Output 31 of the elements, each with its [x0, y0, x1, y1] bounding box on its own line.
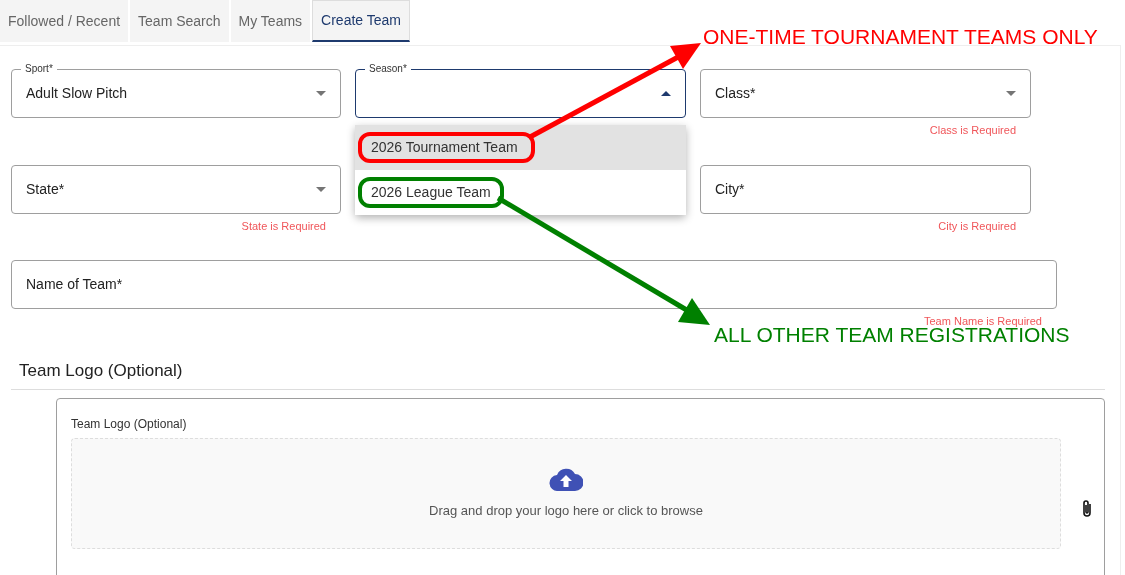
- dropdown-option[interactable]: 2026 Tournament Team: [355, 125, 686, 170]
- field-label: Sport*: [21, 62, 57, 76]
- select-field[interactable]: State*: [11, 164, 341, 214]
- caret-down-icon: [316, 186, 326, 192]
- input-field[interactable]: City*: [700, 164, 1031, 214]
- error-message: Class is Required: [929, 123, 1016, 138]
- caret-down-icon: [316, 91, 326, 96]
- tab[interactable]: Create Team: [312, 0, 410, 42]
- annotation-text: ONE-TIME TOURNAMENT TEAMS ONLY: [703, 24, 1098, 50]
- drop-zone[interactable]: Drag and drop your logo here or click to browse: [71, 438, 1061, 549]
- error-message: Team Name is Required: [924, 314, 1042, 328]
- tab[interactable]: My Teams: [230, 0, 311, 42]
- tab[interactable]: Team Search: [130, 0, 229, 42]
- field-label: Class*: [715, 84, 757, 103]
- tab[interactable]: Followed / Recent: [0, 0, 129, 42]
- section-heading: Team Logo (Optional): [11, 357, 1105, 390]
- field-label: Name of Team*: [26, 275, 124, 294]
- input-field[interactable]: Name of Team*: [11, 260, 1057, 309]
- paperclip-icon[interactable]: [1081, 499, 1093, 519]
- field-label: City*: [715, 179, 746, 199]
- drop-instructions: Drag and drop your logo here or click to browse: [429, 501, 703, 520]
- upload-label: Team Logo (Optional): [71, 416, 188, 433]
- caret-up-icon: [661, 91, 671, 96]
- caret-down-icon: [1006, 91, 1016, 96]
- select-field[interactable]: Class*: [700, 69, 1031, 118]
- field-label: State*: [26, 179, 66, 199]
- error-message: City is Required: [938, 218, 1016, 234]
- field-value: Adult Slow Pitch: [26, 84, 129, 103]
- cloud-upload-icon: [549, 466, 583, 491]
- error-message: State is Required: [241, 218, 326, 234]
- dropdown-option[interactable]: 2026 League Team: [355, 170, 686, 215]
